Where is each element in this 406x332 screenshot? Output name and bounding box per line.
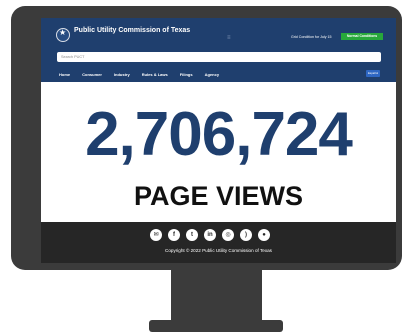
linkedin-icon[interactable]: in — [204, 229, 216, 241]
site-title[interactable]: Public Utility Commission of Texas — [74, 27, 194, 35]
monitor-screen: Public Utility Commission of Texas ≡ Gri… — [41, 18, 396, 263]
facebook-icon[interactable]: f — [168, 229, 180, 241]
rss-icon[interactable]: ) — [240, 229, 252, 241]
nav-item-agency[interactable]: Agency — [205, 72, 219, 77]
nav-item-industry[interactable]: Industry — [114, 72, 130, 77]
main-nav: Home Consumer Industry Rules & Laws Fili… — [59, 72, 219, 77]
monitor-frame: Public Utility Commission of Texas ≡ Gri… — [11, 6, 402, 270]
page-views-panel: 2,706,724 PAGE VIEWS — [41, 82, 396, 222]
language-button[interactable]: Español — [366, 70, 380, 77]
monitor-stand-base — [149, 320, 283, 332]
page-views-label: PAGE VIEWS — [133, 181, 304, 211]
nav-item-filings[interactable]: Filings — [180, 72, 193, 77]
page-views-count: 2,706,724 — [85, 100, 353, 169]
search-input[interactable] — [57, 52, 381, 62]
nav-item-home[interactable]: Home — [59, 72, 70, 77]
twitter-icon[interactable]: t — [186, 229, 198, 241]
nav-item-consumer[interactable]: Consumer — [82, 72, 102, 77]
site-footer: ✉ f t in ◎ ) ● Copyright © 2022 Public U… — [41, 222, 396, 263]
grid-condition-text: Grid Condition for July 15 — [291, 35, 332, 39]
grid-status-badge[interactable]: Normal Conditions — [341, 33, 383, 40]
texas-seal-icon[interactable] — [56, 28, 70, 42]
menu-icon[interactable]: ≡ — [227, 35, 231, 41]
location-icon[interactable]: ● — [258, 229, 270, 241]
site-header: Public Utility Commission of Texas ≡ Gri… — [41, 18, 396, 82]
monitor-stand-neck — [171, 270, 262, 322]
copyright-text: Copyright © 2022 Public Utility Commissi… — [165, 248, 272, 253]
nav-item-rules-laws[interactable]: Rules & Laws — [142, 72, 168, 77]
instagram-icon[interactable]: ◎ — [222, 229, 234, 241]
email-icon[interactable]: ✉ — [150, 229, 162, 241]
social-links: ✉ f t in ◎ ) ● — [150, 229, 270, 241]
